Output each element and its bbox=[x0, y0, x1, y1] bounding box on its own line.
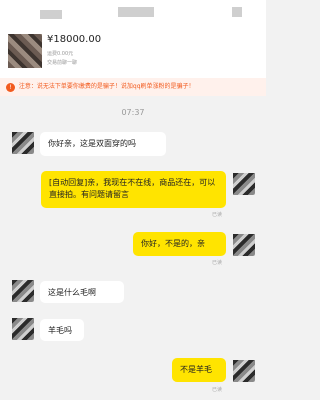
message-bubble: 羊毛吗 bbox=[40, 319, 84, 341]
read-receipt: 已读 bbox=[212, 387, 223, 393]
warning-text: 注意：说无法下单要你缴费的是骗子！说加qq刷单涨粉的是骗子！ bbox=[18, 83, 195, 90]
blurred-title bbox=[118, 7, 154, 17]
blurred-user-name bbox=[40, 10, 62, 19]
seller-avatar[interactable] bbox=[233, 234, 255, 256]
shipping-fee: 运费0.00元 bbox=[47, 51, 74, 57]
buyer-avatar[interactable] bbox=[12, 280, 34, 302]
top-bar bbox=[0, 0, 266, 28]
buyer-avatar[interactable] bbox=[12, 318, 34, 340]
message-bubble: 不是羊毛 bbox=[172, 358, 226, 382]
read-receipt: 已读 bbox=[212, 260, 223, 266]
chat-timestamp: 07:37 bbox=[121, 108, 145, 117]
product-card[interactable]: ¥18000.00 运费0.00元 交易前聊一聊 bbox=[0, 28, 266, 78]
seller-avatar[interactable] bbox=[233, 173, 255, 195]
product-price: ¥18000.00 bbox=[47, 34, 102, 45]
message-bubble: 你好亲，这是双面穿的吗 bbox=[40, 132, 166, 156]
message-bubble: 你好，不是的，亲 bbox=[133, 232, 226, 256]
blurred-right-icon bbox=[232, 7, 242, 17]
chat-before-trade: 交易前聊一聊 bbox=[47, 60, 78, 66]
seller-avatar[interactable] bbox=[233, 360, 255, 382]
message-bubble: 这是什么毛啊 bbox=[40, 281, 124, 303]
fraud-warning-banner: ! 注意：说无法下单要你缴费的是骗子！说加qq刷单涨粉的是骗子！ bbox=[0, 78, 266, 96]
read-receipt: 已读 bbox=[212, 212, 223, 218]
buyer-avatar[interactable] bbox=[12, 132, 34, 154]
message-bubble: [自动回复]亲，我现在不在线，商品还在，可以直接拍。有问题请留言 bbox=[41, 171, 226, 208]
warning-icon: ! bbox=[6, 82, 15, 92]
product-thumbnail[interactable] bbox=[8, 34, 42, 68]
